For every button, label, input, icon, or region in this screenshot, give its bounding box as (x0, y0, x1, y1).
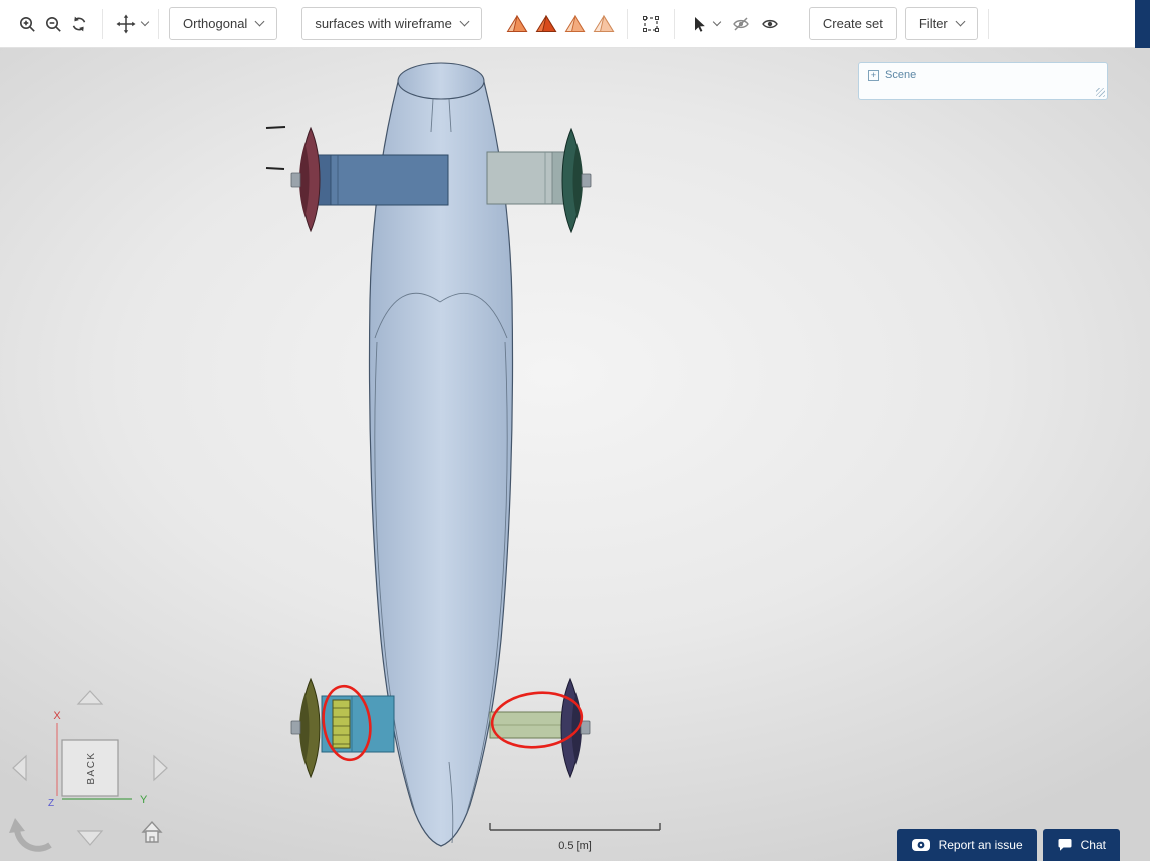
panel-resize-handle[interactable] (1096, 88, 1105, 97)
axis-y-label: Y (140, 794, 148, 806)
scene-tree-label: Scene (885, 69, 917, 81)
box-select-icon[interactable] (638, 11, 664, 37)
zoom-in-icon[interactable] (14, 11, 40, 37)
nav-right-arrow[interactable] (153, 754, 168, 782)
hide-eye-icon[interactable] (728, 11, 754, 37)
pan-tool-group[interactable] (113, 11, 150, 37)
scene-tree-panel: + Scene (858, 62, 1108, 100)
engine-pod-rear-left[interactable] (290, 677, 395, 779)
striped-block[interactable] (332, 699, 351, 749)
render-mode-dropdown-label: surfaces with wireframe (315, 16, 452, 31)
create-set-button[interactable]: Create set (808, 7, 897, 40)
cursor-pointer-icon[interactable] (685, 11, 711, 37)
viewer-toolbar: Orthogonal surfaces with wireframe Creat… (0, 0, 1150, 48)
viewport-3d[interactable]: X Y Z BACK 0.5 [m] + Scene Report an iss… (0, 48, 1150, 861)
toolbar-separator (987, 8, 989, 39)
toolbar-separator (626, 8, 628, 39)
toolbar-separator (673, 8, 675, 39)
spinner-hub-rear-left[interactable] (290, 720, 301, 735)
axis-z-label: Z (48, 798, 54, 809)
tetra-edge-icon[interactable] (562, 11, 588, 37)
rotate-view-icon[interactable] (9, 818, 52, 852)
zoom-out-icon[interactable] (40, 11, 66, 37)
toolbar-separator (102, 8, 103, 39)
chevron-down-icon (459, 16, 470, 27)
chevron-down-icon (254, 16, 265, 27)
expand-icon[interactable]: + (868, 69, 879, 81)
chat-label: Chat (1080, 838, 1106, 852)
render-mode-dropdown[interactable]: surfaces with wireframe (301, 7, 482, 40)
projection-dropdown[interactable]: Orthogonal (169, 7, 278, 40)
scene-tree-root[interactable]: + Scene (859, 63, 1107, 87)
refresh-view-icon[interactable] (66, 11, 92, 37)
pylon-front-left[interactable] (317, 154, 449, 206)
toolbar-separator (158, 8, 159, 39)
nose-cap[interactable] (397, 62, 485, 100)
nav-left-arrow[interactable] (12, 754, 27, 782)
create-set-label: Create set (822, 16, 883, 31)
projection-dropdown-label: Orthogonal (183, 16, 248, 31)
filter-dropdown-label: Filter (918, 16, 948, 31)
axis-x-label: X (53, 710, 61, 722)
chevron-down-icon (955, 16, 966, 27)
filter-dropdown[interactable]: Filter (904, 7, 978, 40)
header-edge-strip (1135, 0, 1150, 48)
scale-bar: 0.5 [m] (489, 823, 661, 852)
scale-bar-label: 0.5 [m] (558, 840, 592, 852)
home-view-icon[interactable] (141, 820, 163, 843)
spinner-hub-rear-right[interactable] (580, 720, 591, 735)
select-tool-group[interactable] (685, 11, 722, 37)
annotation-dashes (265, 126, 286, 170)
report-issue-button[interactable]: Report an issue (896, 829, 1037, 861)
nav-cube-back-face[interactable]: BACK (61, 739, 119, 797)
pan-move-icon[interactable] (113, 11, 139, 37)
chevron-down-icon (712, 17, 722, 26)
tetra-volume-icon[interactable] (504, 11, 530, 37)
chat-button[interactable]: Chat (1042, 829, 1120, 861)
nav-cube-label: BACK (86, 751, 97, 784)
chevron-down-icon (140, 17, 150, 26)
chat-bubble-icon (1058, 839, 1072, 851)
spinner-hub-front-left[interactable] (290, 172, 301, 188)
nav-widget: X Y Z BACK (9, 690, 168, 852)
viewer-window: Orthogonal surfaces with wireframe Creat… (0, 0, 1150, 861)
entity-filter-group (504, 11, 617, 37)
spinner-hub-front-right[interactable] (581, 173, 592, 188)
tetra-face-icon[interactable] (533, 11, 559, 37)
show-eye-icon[interactable] (757, 11, 783, 37)
tetra-node-icon[interactable] (591, 11, 617, 37)
screenshot-eye-icon (911, 839, 930, 851)
nav-up-arrow[interactable] (76, 690, 104, 705)
footer-buttons: Report an issue Chat (896, 829, 1120, 861)
report-issue-label: Report an issue (938, 838, 1023, 852)
nav-down-arrow[interactable] (76, 830, 104, 846)
model-canvas[interactable]: X Y Z BACK 0.5 [m] (0, 48, 1150, 861)
